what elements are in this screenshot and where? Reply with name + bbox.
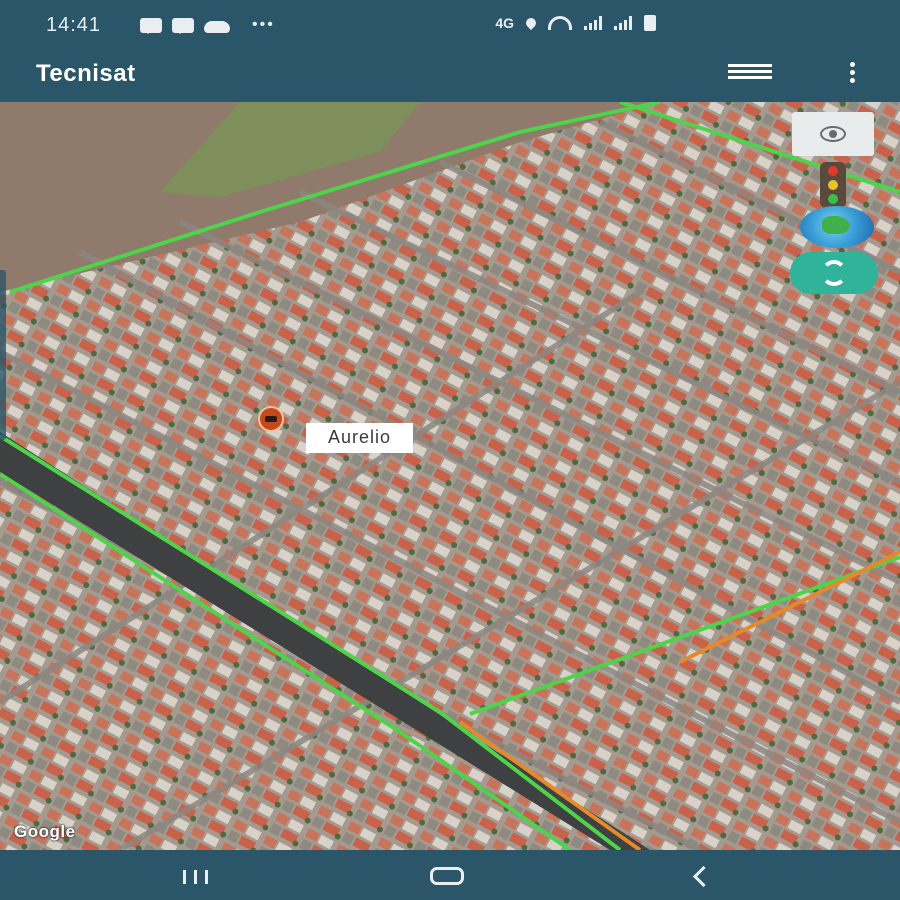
view-toggle-button[interactable] [792, 112, 874, 156]
globe-icon[interactable] [800, 206, 874, 248]
signal-icon [614, 16, 632, 30]
app-bar: Tecnisat [0, 52, 900, 102]
recents-icon[interactable] [178, 870, 212, 884]
more-dots-icon: ••• [252, 16, 275, 33]
eye-icon [820, 126, 846, 142]
home-icon[interactable] [430, 867, 464, 885]
vehicle-label[interactable]: Aurelio [306, 423, 414, 453]
more-vert-icon[interactable] [848, 62, 856, 88]
location-icon [523, 15, 539, 31]
message-icon [172, 18, 194, 34]
network-type-label: 4G [495, 15, 514, 31]
map-imagery [0, 102, 900, 850]
notification-icons: ••• [140, 16, 275, 34]
back-icon[interactable] [692, 865, 715, 888]
app-title: Tecnisat [36, 60, 136, 87]
drawer-handle[interactable] [0, 270, 6, 440]
system-icons: 4G [495, 15, 656, 31]
signal-icon [584, 16, 602, 30]
battery-icon [644, 15, 656, 31]
message-icon [140, 18, 162, 34]
wifi-icon [548, 16, 572, 30]
status-time: 14:41 [46, 14, 102, 36]
traffic-light-icon[interactable] [820, 162, 846, 208]
vehicle-marker-icon[interactable] [258, 406, 284, 432]
satellite-map[interactable]: Aurelio Google [0, 102, 900, 850]
refresh-button[interactable] [790, 252, 878, 294]
refresh-icon [821, 260, 847, 286]
status-bar: 14:41 ••• 4G [0, 0, 900, 52]
navigation-bar [0, 850, 900, 900]
list-icon[interactable] [728, 64, 772, 84]
google-logo: Google [14, 822, 76, 841]
cloud-icon [204, 21, 230, 33]
